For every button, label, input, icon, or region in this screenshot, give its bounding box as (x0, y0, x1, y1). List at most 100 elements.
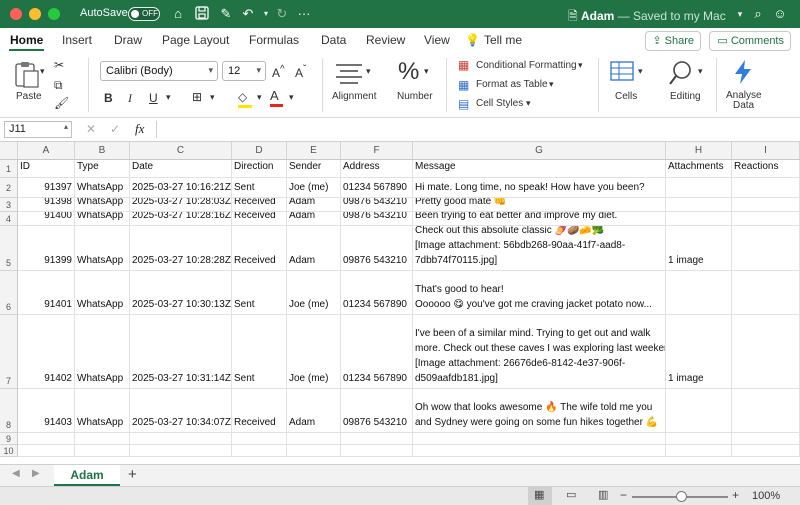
cell-i4[interactable] (732, 212, 800, 226)
minimize-window-button[interactable] (29, 8, 41, 20)
name-box[interactable]: J11 ▴ (4, 121, 72, 138)
header-cell-d[interactable]: Direction (232, 160, 287, 178)
cell-c5[interactable]: 2025-03-27 10:28:28Z (130, 226, 232, 271)
cell-e2[interactable]: Joe (me) (287, 178, 341, 198)
cell-a5[interactable]: 91399 (18, 226, 75, 271)
page-break-view-icon[interactable]: ▥ (598, 488, 608, 501)
confirm-entry-icon[interactable]: ✓ (110, 122, 120, 136)
cell-i5[interactable] (732, 226, 800, 271)
tab-review[interactable]: Review (366, 33, 405, 47)
cell-g4[interactable]: Been trying to eat better and improve my… (413, 212, 666, 226)
cell-c7[interactable]: 2025-03-27 10:31:14Z (130, 315, 232, 389)
cell-a7[interactable]: 91402 (18, 315, 75, 389)
cell-d4[interactable]: Received (232, 212, 287, 226)
cell-a8[interactable]: 91403 (18, 389, 75, 433)
cell-d2[interactable]: Sent (232, 178, 287, 198)
header-cell-b[interactable]: Type (75, 160, 130, 178)
row-header-6[interactable]: 6 (0, 271, 18, 315)
sheet-tab-adam[interactable]: Adam (54, 465, 120, 486)
format-painter-icon[interactable]: 🖌 (54, 96, 69, 110)
close-window-button[interactable] (10, 8, 22, 20)
cell-f2[interactable]: 01234 567890 (341, 178, 413, 198)
paste-icon[interactable] (12, 60, 42, 90)
tab-page-layout[interactable]: Page Layout (162, 33, 229, 47)
column-header-f[interactable]: F (341, 142, 413, 160)
cell-c4[interactable]: 2025-03-27 10:28:16Z (130, 212, 232, 226)
smiley-feedback-icon[interactable]: ☺ (772, 6, 788, 22)
cell-a9[interactable] (18, 433, 75, 445)
save-icon[interactable] (194, 6, 210, 22)
cell-a4[interactable]: 91400 (18, 212, 75, 226)
cell-d8[interactable]: Received (232, 389, 287, 433)
decrease-font-size-icon[interactable]: Aˇ (295, 64, 306, 80)
bold-button[interactable]: B (104, 91, 113, 105)
cell-f6[interactable]: 01234 567890 (341, 271, 413, 315)
cell-f3[interactable]: 09876 543210 (341, 198, 413, 212)
format-as-table-dropdown-icon[interactable]: ▾ (549, 79, 554, 90)
cell-e8[interactable]: Adam (287, 389, 341, 433)
cut-icon[interactable]: ✂ (54, 58, 64, 72)
formula-input[interactable] (156, 121, 796, 138)
cell-d10[interactable] (232, 445, 287, 457)
cell-g5[interactable]: Check out this absolute classic 🍠🥔🧀🥦 [Im… (413, 226, 666, 271)
column-header-h[interactable]: H (666, 142, 732, 160)
cell-g8[interactable]: Oh wow that looks awesome 🔥 The wife tol… (413, 389, 666, 433)
row-header-10[interactable]: 10 (0, 445, 18, 457)
home-icon[interactable]: ⌂ (170, 6, 186, 22)
undo-dropdown-icon[interactable]: ▾ (258, 6, 274, 22)
cell-b7[interactable]: WhatsApp (75, 315, 130, 389)
number-dropdown-icon[interactable]: ▾ (424, 66, 429, 77)
cell-g9[interactable] (413, 433, 666, 445)
cell-styles-dropdown-icon[interactable]: ▾ (526, 98, 531, 109)
normal-view-button[interactable]: ▦ (528, 487, 552, 505)
column-header-a[interactable]: A (18, 142, 75, 160)
cell-f8[interactable]: 09876 543210 (341, 389, 413, 433)
cell-c3[interactable]: 2025-03-27 10:28:03Z (130, 198, 232, 212)
copy-icon[interactable]: ⧉ (54, 78, 63, 93)
next-sheet-icon[interactable]: ▶ (32, 468, 40, 479)
analyse-data-icon[interactable] (732, 59, 754, 85)
cell-e9[interactable] (287, 433, 341, 445)
header-cell-e[interactable]: Sender (287, 160, 341, 178)
page-layout-view-icon[interactable]: ▭ (566, 488, 576, 501)
cell-i7[interactable] (732, 315, 800, 389)
cell-a10[interactable] (18, 445, 75, 457)
tab-view[interactable]: View (424, 33, 450, 47)
cell-g3[interactable]: Pretty good mate 👊 (413, 198, 666, 212)
insert-function-button[interactable]: fx (135, 121, 144, 137)
header-cell-h[interactable]: Attachments (666, 160, 732, 178)
cell-b4[interactable]: WhatsApp (75, 212, 130, 226)
select-all-corner[interactable] (0, 142, 18, 160)
cell-b10[interactable] (75, 445, 130, 457)
cell-e5[interactable]: Adam (287, 226, 341, 271)
font-size-select[interactable]: 12 ▾ (222, 61, 266, 81)
cell-b8[interactable]: WhatsApp (75, 389, 130, 433)
fill-dropdown-icon[interactable]: ▾ (257, 92, 262, 103)
cell-e4[interactable]: Adam (287, 212, 341, 226)
borders-dropdown-icon[interactable]: ▾ (210, 92, 215, 103)
share-button[interactable]: ⇪ Share (645, 31, 701, 51)
font-color-icon[interactable]: A (270, 88, 284, 108)
zoom-in-button[interactable]: + (732, 488, 739, 502)
underline-button[interactable]: U (149, 91, 158, 105)
cells-icon[interactable] (610, 60, 636, 84)
cell-f4[interactable]: 09876 543210 (341, 212, 413, 226)
cell-e10[interactable] (287, 445, 341, 457)
cell-b5[interactable]: WhatsApp (75, 226, 130, 271)
editing-dropdown-icon[interactable]: ▾ (698, 66, 703, 77)
cancel-entry-icon[interactable]: ✕ (86, 122, 96, 136)
row-header-7[interactable]: 7 (0, 315, 18, 389)
edit-icon[interactable]: ✎ (218, 6, 234, 22)
borders-icon[interactable]: ⊞ (192, 90, 202, 104)
paste-dropdown-icon[interactable]: ▾ (40, 66, 45, 77)
cell-i9[interactable] (732, 433, 800, 445)
column-header-e[interactable]: E (287, 142, 341, 160)
title-chevron-icon[interactable]: ▾ (732, 6, 748, 22)
cell-a2[interactable]: 91397 (18, 178, 75, 198)
cell-i2[interactable] (732, 178, 800, 198)
column-header-g[interactable]: G (413, 142, 666, 160)
tab-formulas[interactable]: Formulas (249, 33, 299, 47)
editing-search-icon[interactable] (668, 60, 694, 86)
cell-i8[interactable] (732, 389, 800, 433)
cell-b2[interactable]: WhatsApp (75, 178, 130, 198)
